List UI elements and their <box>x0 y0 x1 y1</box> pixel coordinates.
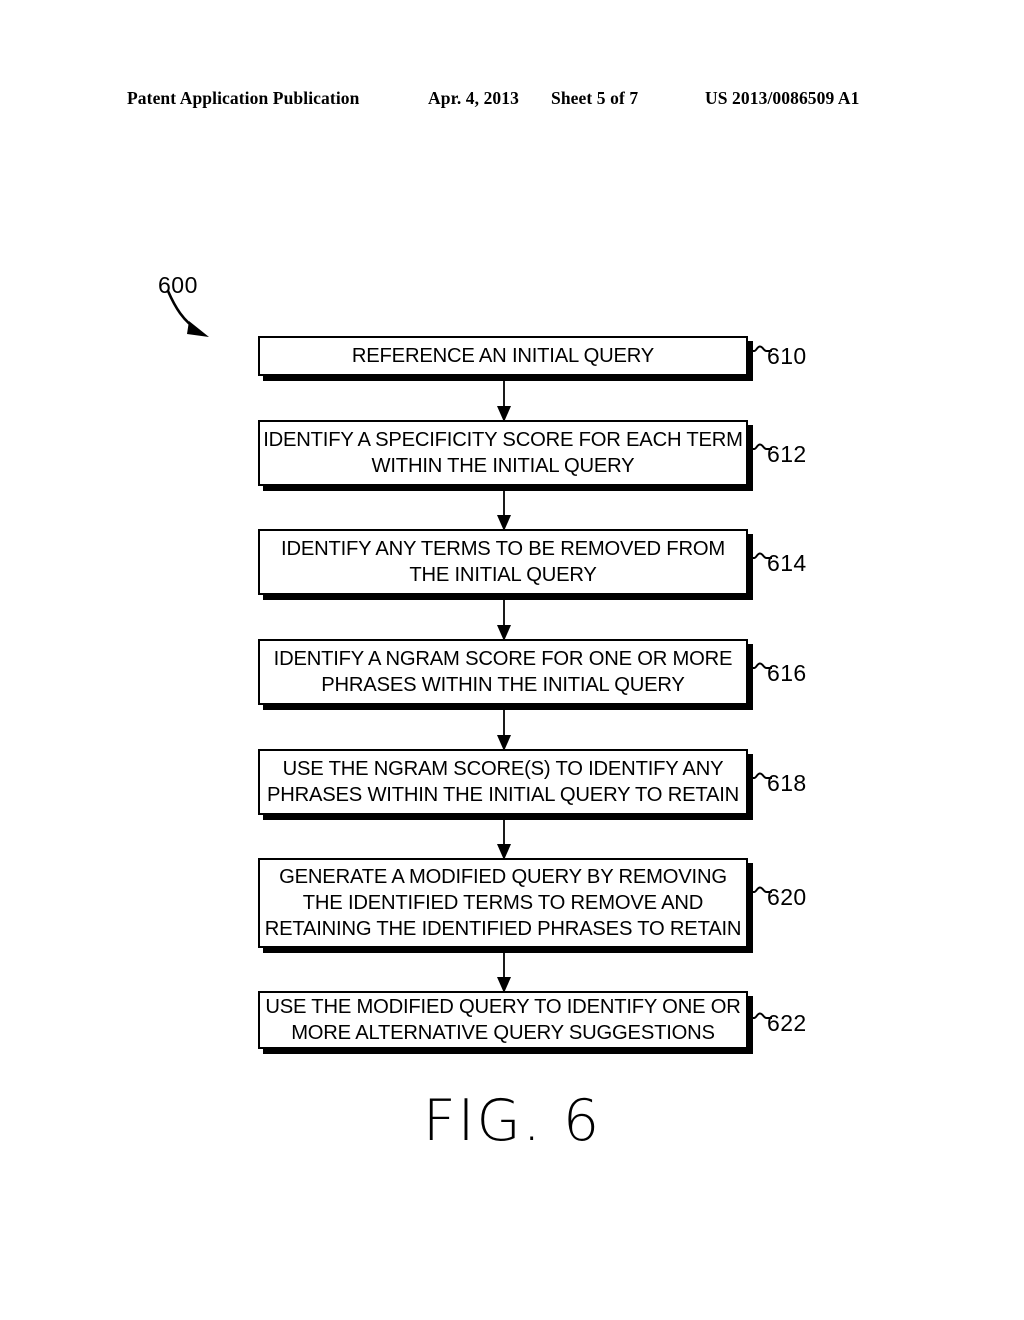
connector-arrow-610-612-icon <box>497 376 511 422</box>
connector-arrow-618-620-icon <box>497 815 511 860</box>
diagram-reference-arrow-icon <box>166 289 209 337</box>
step-616-text: IDENTIFY A NGRAM SCORE FOR ONE OR MORE P… <box>273 648 733 696</box>
reference-numeral-616: 616 <box>767 660 807 686</box>
step-612-text: IDENTIFY A SPECIFICITY SCORE FOR EACH TE… <box>263 429 743 477</box>
flowchart-step-616[interactable]: IDENTIFY A NGRAM SCORE FOR ONE OR MORE P… <box>258 639 748 705</box>
step-618-text: USE THE NGRAM SCORE(S) TO IDENTIFY ANY P… <box>266 758 740 806</box>
step-614-text: IDENTIFY ANY TERMS TO BE REMOVED FROM TH… <box>281 538 725 586</box>
flowchart-step-618[interactable]: USE THE NGRAM SCORE(S) TO IDENTIFY ANY P… <box>258 749 748 815</box>
flowchart-step-622[interactable]: USE THE MODIFIED QUERY TO IDENTIFY ONE O… <box>258 991 748 1049</box>
reference-numeral-620: 620 <box>767 884 807 910</box>
figure-caption: FIG. 6 <box>422 1088 602 1154</box>
flowchart-step-612[interactable]: IDENTIFY A SPECIFICITY SCORE FOR EACH TE… <box>258 420 748 486</box>
connector-arrow-616-618-icon <box>497 705 511 751</box>
reference-numeral-622: 622 <box>767 1010 807 1036</box>
reference-numeral-610: 610 <box>767 343 807 369</box>
step-610-text: REFERENCE AN INITIAL QUERY <box>351 345 655 367</box>
step-622-text: USE THE MODIFIED QUERY TO IDENTIFY ONE O… <box>265 996 741 1044</box>
reference-numeral-618: 618 <box>767 770 807 796</box>
connector-arrow-614-616-icon <box>497 595 511 641</box>
reference-numeral-612: 612 <box>767 441 807 467</box>
flowchart-step-614[interactable]: IDENTIFY ANY TERMS TO BE REMOVED FROM TH… <box>258 529 748 595</box>
reference-numeral-614: 614 <box>767 550 807 576</box>
flowchart-step-620[interactable]: GENERATE A MODIFIED QUERY BY REMOVING TH… <box>258 858 748 948</box>
connector-arrow-612-614-icon <box>497 486 511 531</box>
step-620-text: GENERATE A MODIFIED QUERY BY REMOVING TH… <box>264 866 742 940</box>
connector-arrow-620-622-icon <box>497 948 511 993</box>
flowchart-step-610[interactable]: REFERENCE AN INITIAL QUERY <box>258 336 748 376</box>
